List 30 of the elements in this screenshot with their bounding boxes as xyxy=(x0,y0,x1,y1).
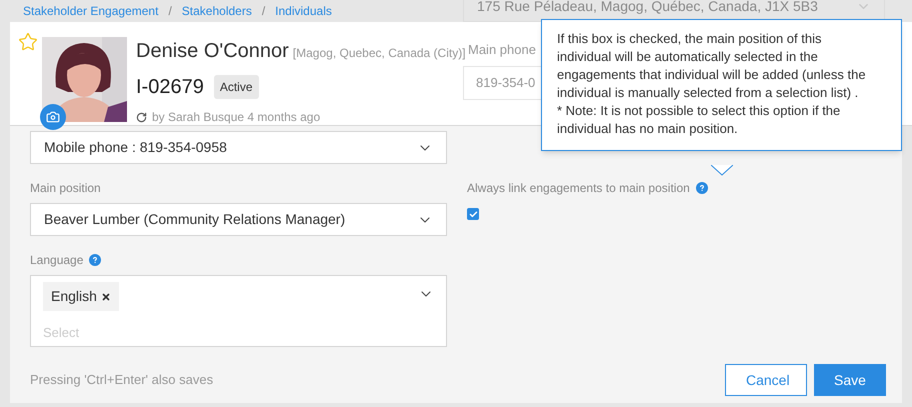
location-text: [Magog, Quebec, Canada (City)] xyxy=(292,45,466,62)
cancel-button[interactable]: Cancel xyxy=(725,364,807,396)
camera-icon xyxy=(46,110,60,124)
tooltip-text: If this box is checked, the main position of this individual will be automatically selected in the engagements that individual will be added (unless the individual is manually selected from a selection list) . xyxy=(557,30,867,102)
refresh-icon xyxy=(136,112,147,122)
tooltip-text: * Note: It is not possible to select this option if the individual has no main position. xyxy=(557,102,842,138)
link-position-label: Always link engagements to main position xyxy=(467,180,690,197)
language-label: Language xyxy=(30,252,84,269)
breadcrumb-separator: / xyxy=(262,3,266,20)
status-badge: Active xyxy=(214,75,259,99)
phone-label: Main phone xyxy=(468,42,536,57)
breadcrumb-link[interactable]: Individuals xyxy=(275,2,332,20)
help-icon[interactable] xyxy=(89,254,102,266)
remove-icon[interactable] xyxy=(100,292,111,302)
save-button[interactable]: Save xyxy=(814,364,886,396)
communication-select[interactable]: Mobile phone : 819-354-0958 xyxy=(30,131,447,164)
language-tag: English xyxy=(43,282,119,311)
main-position-label: Main position xyxy=(30,180,102,197)
shortcut-hint: Pressing 'Ctrl+Enter' also saves xyxy=(30,371,214,390)
star-icon[interactable] xyxy=(18,32,38,52)
tooltip-arrow xyxy=(711,165,733,176)
breadcrumb-link[interactable]: Stakeholder Engagement xyxy=(23,2,158,20)
updated-text: by Sarah Busque 4 months ago xyxy=(152,109,320,126)
individual-name: Denise O'Connor xyxy=(136,39,289,64)
breadcrumb-separator: / xyxy=(168,3,172,20)
link-checkbox[interactable] xyxy=(467,208,479,220)
individual-id: I-02679 xyxy=(136,75,204,100)
breadcrumb-link[interactable]: Stakeholders xyxy=(182,2,252,20)
main-position-select[interactable]: Beaver Lumber (Community Relations Manager) xyxy=(30,203,447,236)
help-icon[interactable] xyxy=(696,182,708,194)
